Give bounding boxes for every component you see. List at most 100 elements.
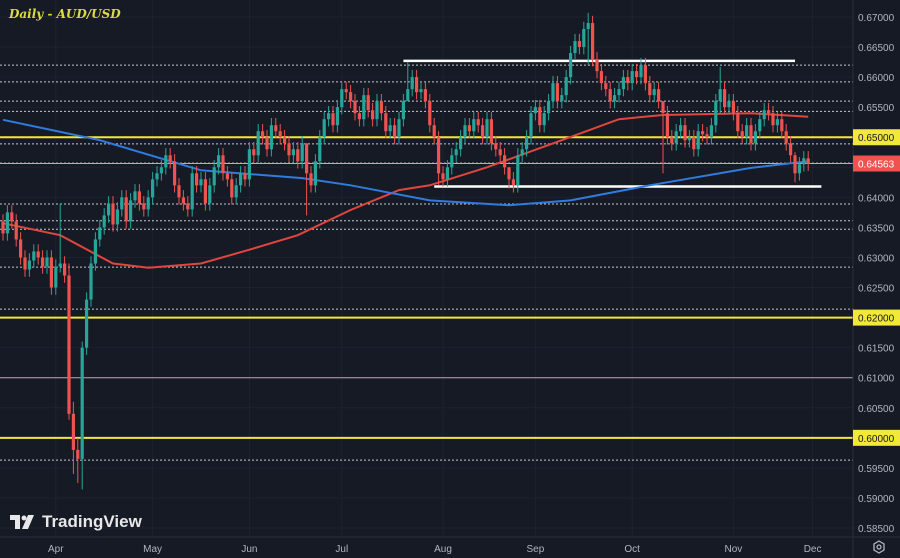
candle-body xyxy=(327,113,331,120)
last-price-label: 0.64563 xyxy=(858,160,895,171)
candle-body xyxy=(463,125,467,138)
candle-body xyxy=(489,119,493,144)
candle xyxy=(802,151,806,172)
settings-gear-icon[interactable] xyxy=(872,540,886,554)
candle xyxy=(599,63,603,91)
time-tick-label: Sep xyxy=(527,544,545,555)
candle xyxy=(331,105,335,133)
candle-body xyxy=(415,77,419,93)
candle-body xyxy=(731,101,735,114)
candle-body xyxy=(472,119,476,132)
candle-body xyxy=(564,77,568,96)
candle-body xyxy=(692,137,696,150)
candle xyxy=(503,148,507,175)
candle-body xyxy=(652,89,656,96)
candle xyxy=(340,81,344,115)
candle-body xyxy=(789,143,793,156)
candle xyxy=(67,263,71,420)
candle-body xyxy=(705,134,709,138)
candle xyxy=(155,166,159,187)
candle xyxy=(401,93,405,127)
candle-body xyxy=(538,107,542,126)
candle-body xyxy=(76,449,80,459)
candle xyxy=(63,256,67,283)
candle xyxy=(309,166,313,193)
candle-body xyxy=(547,101,551,114)
candle xyxy=(797,157,801,181)
candle-body xyxy=(397,119,401,138)
candle-body xyxy=(265,137,269,150)
candle-body xyxy=(569,53,573,78)
candle xyxy=(472,111,476,139)
candle xyxy=(573,33,577,61)
candle xyxy=(234,178,238,205)
candle xyxy=(54,259,58,295)
candle xyxy=(221,148,225,181)
candle-body xyxy=(129,200,133,222)
candle xyxy=(261,124,265,145)
candle-body xyxy=(701,131,705,135)
candle-body xyxy=(230,179,234,198)
candle-body xyxy=(393,125,397,138)
candle xyxy=(723,81,727,115)
candle-body xyxy=(137,191,141,204)
candle-body xyxy=(687,137,691,141)
candle-body xyxy=(507,167,511,180)
candle xyxy=(767,102,771,121)
candle xyxy=(410,69,414,97)
candle xyxy=(551,75,555,109)
candle xyxy=(366,87,370,118)
candle xyxy=(520,142,524,163)
candle-body xyxy=(450,155,454,168)
candle-body xyxy=(335,107,339,126)
candle-body xyxy=(762,110,766,120)
candle-body xyxy=(494,143,498,150)
price-chart[interactable]: 0.67000 0.66500 0.66000 0.65500 0.65000 0.645… xyxy=(0,0,900,558)
candle xyxy=(450,148,454,175)
candle-body xyxy=(85,299,89,348)
candle xyxy=(199,172,203,193)
candle-body xyxy=(454,149,458,156)
candle xyxy=(173,154,177,193)
candle xyxy=(582,21,586,55)
candle-body xyxy=(714,101,718,126)
candle-body xyxy=(120,197,124,210)
candle-body xyxy=(780,119,784,132)
candle-body xyxy=(665,113,669,138)
candle-body xyxy=(331,113,335,126)
candle-body xyxy=(410,77,414,90)
price-tick-label: 0.59500 xyxy=(858,464,895,475)
candle-body xyxy=(344,89,348,93)
candle xyxy=(27,253,31,277)
candle xyxy=(569,45,573,85)
candle xyxy=(428,93,432,133)
candle-body xyxy=(353,101,357,114)
candle-body xyxy=(1,221,5,234)
candle xyxy=(344,81,348,100)
candle xyxy=(507,167,511,189)
candle xyxy=(511,172,515,193)
candle xyxy=(85,292,89,355)
candle-body xyxy=(102,215,106,228)
candle xyxy=(388,118,392,139)
candle-body xyxy=(32,251,36,261)
candle xyxy=(454,142,458,163)
candle-body xyxy=(476,119,480,126)
candle xyxy=(692,130,696,157)
candle xyxy=(494,136,498,157)
candle-body xyxy=(683,125,687,141)
candle-body xyxy=(371,110,375,120)
candle-body xyxy=(582,29,586,48)
candle-body xyxy=(300,143,304,162)
candle xyxy=(784,124,788,151)
candle xyxy=(674,124,678,151)
candle-body xyxy=(428,101,432,126)
candle xyxy=(327,105,331,127)
candle xyxy=(217,148,221,175)
candle xyxy=(278,124,282,145)
candle-body xyxy=(357,113,361,120)
candle-body xyxy=(775,119,779,126)
candle-body xyxy=(560,95,564,102)
candle xyxy=(168,148,172,169)
logo-text: TradingView xyxy=(42,512,142,531)
